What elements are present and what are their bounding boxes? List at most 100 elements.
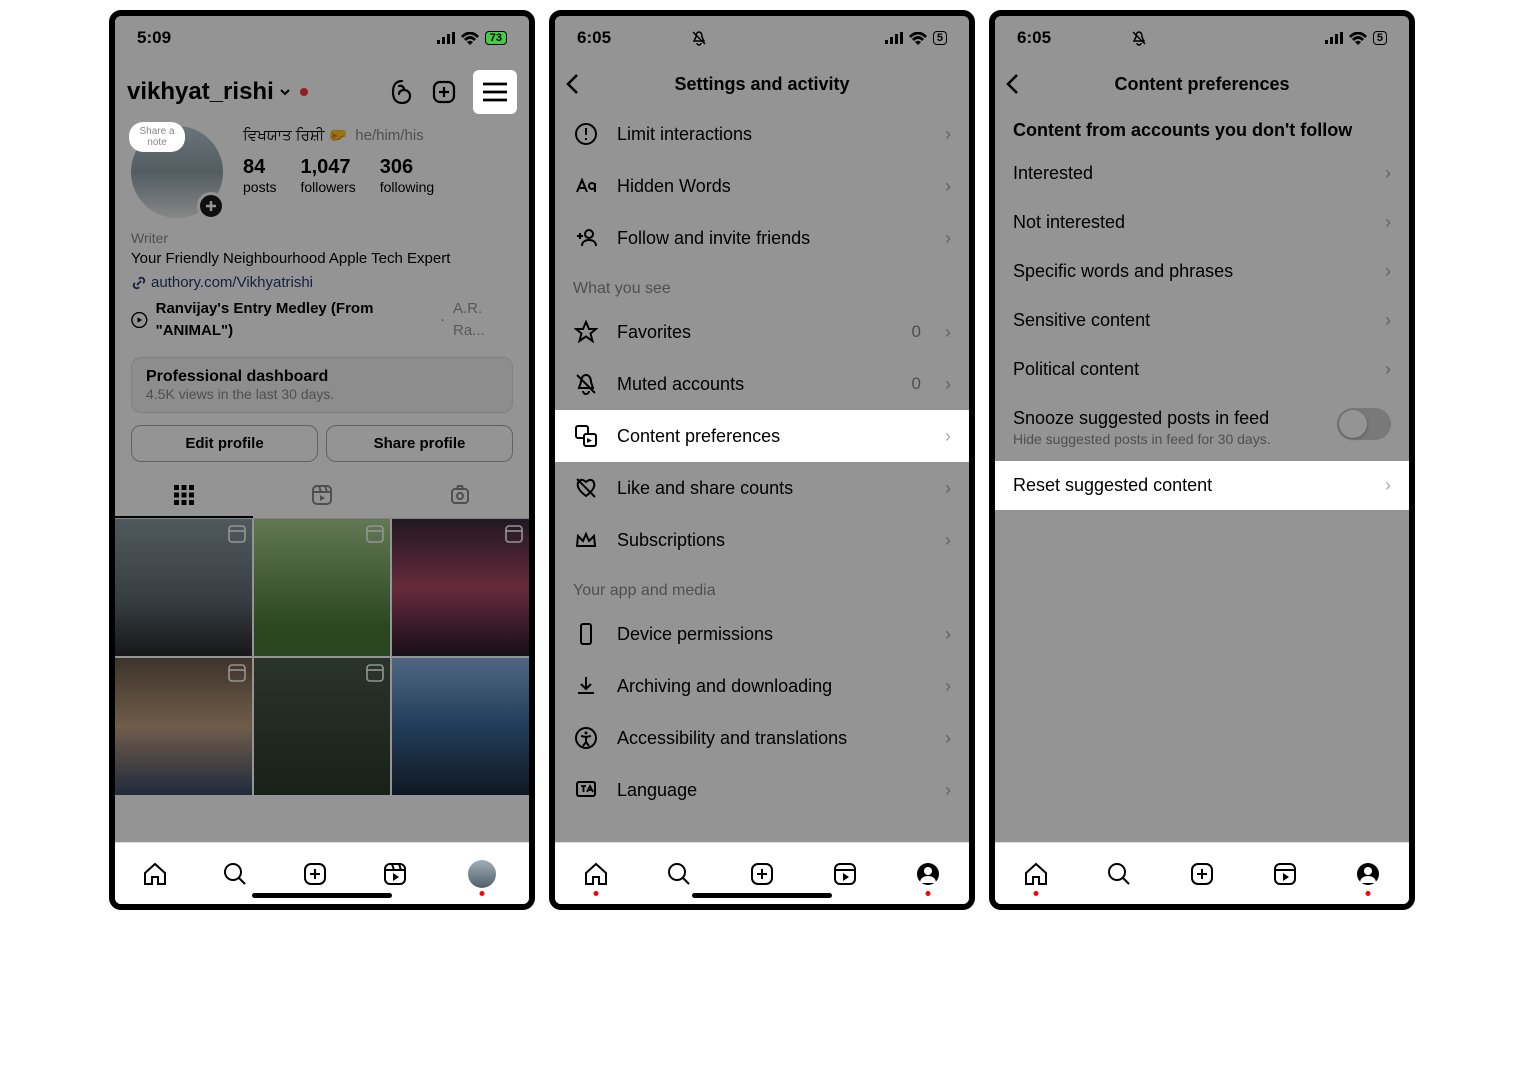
post-thumb[interactable]	[115, 658, 252, 795]
row-hidden-words[interactable]: Hidden Words›	[555, 160, 969, 212]
row-subscriptions[interactable]: Subscriptions›	[555, 514, 969, 566]
row-sensitive[interactable]: Sensitive content›	[995, 296, 1409, 345]
plus-square-icon	[302, 861, 328, 887]
warning-icon	[574, 122, 598, 146]
row-content-preferences[interactable]: Content preferences›	[555, 410, 969, 462]
add-story-icon[interactable]	[197, 192, 225, 220]
following-stat[interactable]: 306following	[380, 156, 434, 195]
profile-avatar[interactable]: Share a note	[131, 126, 223, 218]
wifi-icon	[909, 32, 927, 45]
category-label: Writer	[131, 228, 513, 248]
signal-icon	[437, 32, 455, 44]
signal-icon	[1325, 32, 1343, 44]
post-thumb[interactable]	[254, 658, 391, 795]
row-political[interactable]: Political content›	[995, 345, 1409, 394]
status-right: 5	[1325, 31, 1387, 45]
row-specific-words[interactable]: Specific words and phrases›	[995, 247, 1409, 296]
posts-grid	[115, 519, 529, 794]
tagged-tab[interactable]	[391, 474, 529, 518]
profile-icon	[915, 861, 941, 887]
back-button[interactable]	[1005, 73, 1019, 95]
tab-profile[interactable]	[1354, 860, 1382, 888]
reels-nav-icon	[382, 861, 408, 887]
tab-create[interactable]	[1188, 860, 1216, 888]
row-language[interactable]: Language›	[555, 764, 969, 816]
share-note-bubble[interactable]: Share a note	[129, 122, 185, 152]
battery-icon: 73	[485, 31, 507, 45]
chevron-down-icon	[278, 85, 292, 99]
page-title: Content preferences	[1114, 74, 1289, 95]
status-time: 6:05	[1017, 28, 1051, 48]
tab-search[interactable]	[221, 860, 249, 888]
followers-stat[interactable]: 1,047followers	[300, 156, 355, 195]
tab-home[interactable]	[1022, 860, 1050, 888]
link-icon	[131, 275, 147, 291]
post-thumb[interactable]	[254, 519, 391, 656]
reels-tab[interactable]	[253, 474, 391, 518]
row-favorites[interactable]: Favorites0›	[555, 306, 969, 358]
profile-icon	[1355, 861, 1381, 887]
home-indicator	[692, 893, 832, 898]
section-what-you-see: What you see	[555, 264, 969, 306]
username-dropdown[interactable]: vikhyat_rishi	[127, 78, 308, 106]
bio-text: Your Friendly Neighbourhood Apple Tech E…	[131, 248, 513, 270]
row-muted[interactable]: Muted accounts0›	[555, 358, 969, 410]
tagged-icon	[449, 484, 471, 506]
post-thumb[interactable]	[392, 519, 529, 656]
profile-music[interactable]: Ranvijay's Entry Medley (From "ANIMAL") …	[131, 298, 513, 342]
notification-dot	[300, 88, 308, 96]
tab-profile[interactable]	[468, 860, 496, 888]
tab-search[interactable]	[1105, 860, 1133, 888]
status-right: 5	[885, 31, 947, 45]
dnd-icon	[691, 30, 707, 46]
row-reset-suggested[interactable]: Reset suggested content›	[995, 461, 1409, 510]
create-icon[interactable]	[431, 79, 457, 105]
tab-reels[interactable]	[831, 860, 859, 888]
profile-link[interactable]: authory.com/Vikhyatrishi	[131, 272, 513, 294]
page-title: Settings and activity	[674, 74, 849, 95]
tab-reels[interactable]	[1271, 860, 1299, 888]
row-like-share[interactable]: Like and share counts›	[555, 462, 969, 514]
row-follow-invite[interactable]: Follow and invite friends›	[555, 212, 969, 264]
row-archive[interactable]: Archiving and downloading›	[555, 660, 969, 712]
posts-stat[interactable]: 84posts	[243, 156, 276, 195]
battery-icon: 5	[1373, 31, 1387, 45]
post-thumb[interactable]	[392, 658, 529, 795]
reels-nav-icon	[1272, 861, 1298, 887]
tab-create[interactable]	[748, 860, 776, 888]
snooze-toggle[interactable]	[1337, 408, 1391, 440]
row-device[interactable]: Device permissions›	[555, 608, 969, 660]
post-thumb[interactable]	[115, 519, 252, 656]
grid-tab[interactable]	[115, 474, 253, 518]
reel-badge-icon	[228, 525, 246, 543]
row-interested[interactable]: Interested›	[995, 149, 1409, 198]
threads-icon[interactable]	[389, 79, 415, 105]
row-limit-interactions[interactable]: Limit interactions›	[555, 108, 969, 160]
chevron-left-icon	[1005, 73, 1019, 95]
back-button[interactable]	[565, 73, 579, 95]
hamburger-menu-icon[interactable]	[482, 82, 508, 102]
section-heading: Content from accounts you don't follow	[995, 108, 1409, 149]
edit-profile-button[interactable]: Edit profile	[131, 425, 318, 462]
tab-home[interactable]	[582, 860, 610, 888]
screen-settings: 6:05 5 Settings and activity Limit inter…	[549, 10, 975, 910]
row-not-interested[interactable]: Not interested›	[995, 198, 1409, 247]
display-name: ਵਿਖਯਾਤ ਰਿਸ਼ੀ 🤛	[243, 126, 347, 144]
chevron-left-icon	[565, 73, 579, 95]
row-snooze[interactable]: Snooze suggested posts in feed Hide sugg…	[995, 394, 1409, 461]
tab-create[interactable]	[301, 860, 329, 888]
heart-off-icon	[574, 476, 598, 500]
tab-reels[interactable]	[381, 860, 409, 888]
tab-profile[interactable]	[914, 860, 942, 888]
professional-dashboard[interactable]: Professional dashboard 4.5K views in the…	[131, 357, 513, 413]
share-profile-button[interactable]: Share profile	[326, 425, 513, 462]
reel-badge-icon	[505, 525, 523, 543]
play-circle-icon	[131, 311, 148, 329]
status-right: 73	[437, 31, 507, 45]
screen-content-preferences: 6:05 5 Content preferences Content from …	[989, 10, 1415, 910]
tab-home[interactable]	[141, 860, 169, 888]
reel-badge-icon	[228, 664, 246, 682]
tab-search[interactable]	[665, 860, 693, 888]
add-user-icon	[574, 226, 598, 250]
row-accessibility[interactable]: Accessibility and translations›	[555, 712, 969, 764]
